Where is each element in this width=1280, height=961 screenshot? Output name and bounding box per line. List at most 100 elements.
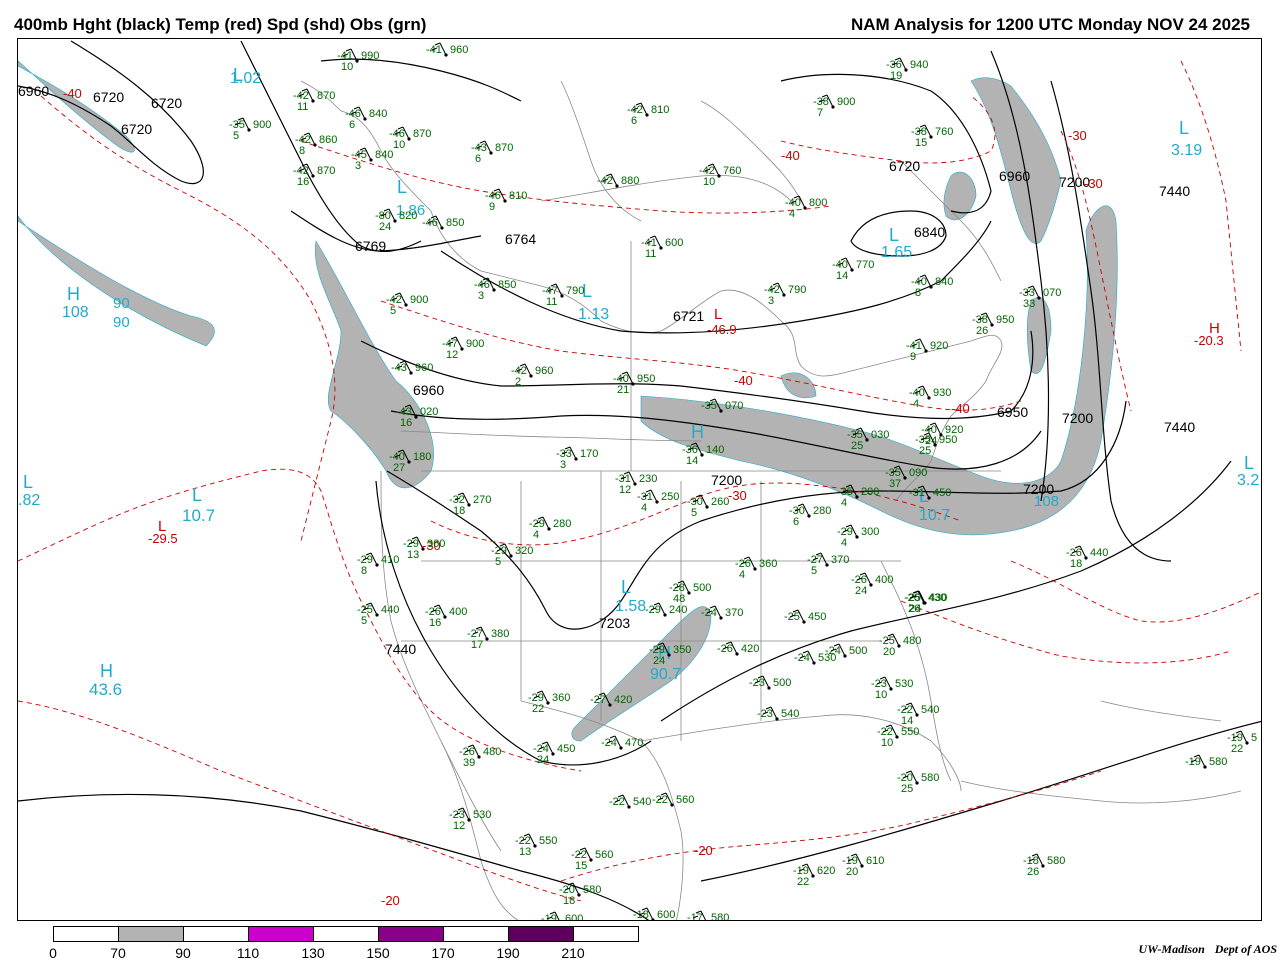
station-obs: -26 44018 bbox=[1066, 545, 1108, 570]
station-obs: -20 58018 bbox=[559, 882, 601, 907]
obs-height: 840 bbox=[375, 149, 393, 161]
station-obs: -47 79011 bbox=[542, 283, 584, 308]
obs-dewpoint: 17 bbox=[471, 639, 483, 651]
obs-height: 900 bbox=[837, 96, 855, 108]
obs-dewpoint: 12 bbox=[453, 820, 465, 832]
obs-height: 240 bbox=[669, 604, 687, 616]
obs-dewpoint: 5 bbox=[691, 507, 697, 519]
legend-swatch bbox=[573, 926, 639, 942]
obs-height: 530 bbox=[473, 809, 491, 821]
svg-text:-20.3: -20.3 bbox=[1194, 333, 1224, 348]
station-obs: -23 53012 bbox=[449, 807, 491, 832]
obs-dewpoint: 14 bbox=[686, 455, 698, 467]
obs-height: 840 bbox=[935, 276, 953, 288]
svg-text:.82: .82 bbox=[18, 492, 40, 509]
obs-temp: -24 bbox=[701, 607, 717, 619]
obs-height: 600 bbox=[665, 237, 683, 249]
station-obs: -41 9209 bbox=[906, 338, 948, 363]
obs-dewpoint: 8 bbox=[299, 145, 305, 157]
obs-height: 950 bbox=[637, 373, 655, 385]
obs-dewpoint: 24 bbox=[379, 221, 391, 233]
obs-height: 400 bbox=[449, 606, 467, 618]
obs-height: 360 bbox=[552, 692, 570, 704]
obs-dewpoint: 5 bbox=[811, 565, 817, 577]
temp-label: -20 bbox=[381, 893, 400, 908]
obs-temp: -31 bbox=[909, 487, 925, 499]
obs-height: 260 bbox=[711, 496, 729, 508]
obs-dewpoint: 3 bbox=[560, 459, 566, 471]
station-obs: -24 470 bbox=[601, 735, 643, 750]
obs-height: 860 bbox=[319, 134, 337, 146]
svg-text:3.19: 3.19 bbox=[1171, 142, 1202, 159]
station-obs: -38 95026 bbox=[972, 312, 1014, 337]
station-obs: -40 77014 bbox=[832, 257, 874, 282]
obs-height: 800 bbox=[809, 197, 827, 209]
svg-text:10.7: 10.7 bbox=[182, 506, 215, 525]
obs-dewpoint: 22 bbox=[532, 703, 544, 715]
map-canvas: 6960 6720 6720 6720 6769 6764 6721 6720 … bbox=[18, 40, 1261, 921]
obs-dewpoint: 25 bbox=[901, 783, 913, 795]
obs-height: 790 bbox=[788, 284, 806, 296]
height-label: 6764 bbox=[505, 231, 536, 247]
obs-height: 070 bbox=[725, 400, 743, 412]
station-obs: -29 3205 bbox=[491, 543, 533, 568]
obs-height: 600 bbox=[565, 913, 583, 921]
obs-height: 280 bbox=[813, 505, 831, 517]
obs-dewpoint: 6 bbox=[793, 516, 799, 528]
center-L: L1.02 bbox=[230, 65, 261, 87]
obs-height: 250 bbox=[661, 491, 679, 503]
obs-height: 760 bbox=[723, 165, 741, 177]
obs-dewpoint: 11 bbox=[645, 248, 656, 260]
obs-temp: -24 bbox=[601, 737, 617, 749]
obs-height: 230 bbox=[639, 473, 657, 485]
station-obs: -40 9304 bbox=[909, 385, 951, 410]
obs-height: 760 bbox=[935, 126, 953, 138]
obs-temp: -27 bbox=[590, 694, 606, 706]
station-obs: -23 500 bbox=[749, 675, 791, 690]
station-obs: -42 9005 bbox=[386, 292, 428, 317]
obs-height: 370 bbox=[725, 607, 743, 619]
station-obs: -40 8408 bbox=[911, 274, 953, 299]
obs-height: 090 bbox=[909, 467, 927, 479]
obs-dewpoint: 24 bbox=[855, 585, 867, 597]
obs-height: 430 bbox=[929, 592, 947, 604]
obs-dewpoint: 6 bbox=[475, 153, 481, 165]
svg-text:H: H bbox=[100, 661, 113, 681]
obs-dewpoint: 10 bbox=[875, 689, 887, 701]
center-L: L3.2 bbox=[1237, 453, 1259, 489]
legend-tick-label: 190 bbox=[496, 945, 520, 961]
obs-dewpoint: 2 bbox=[515, 376, 521, 388]
obs-height: 400 bbox=[875, 574, 893, 586]
obs-dewpoint: 27 bbox=[393, 462, 405, 474]
obs-dewpoint: 5 bbox=[390, 305, 396, 317]
map-panel: 6960 6720 6720 6720 6769 6764 6721 6720 … bbox=[17, 38, 1262, 921]
svg-text:H: H bbox=[691, 422, 704, 442]
obs-height: 450 bbox=[808, 611, 826, 623]
station-obs: -18 58026 bbox=[1023, 853, 1065, 878]
station-obs: -26 420 bbox=[717, 641, 759, 656]
obs-height: 200 bbox=[861, 486, 879, 498]
svg-text:L: L bbox=[889, 225, 899, 245]
obs-height: 500 bbox=[693, 582, 711, 594]
obs-temp: -19 bbox=[541, 913, 557, 921]
obs-dewpoint: 24 bbox=[537, 754, 549, 766]
height-label: 7440 bbox=[385, 641, 416, 657]
obs-dewpoint: 33 bbox=[1023, 298, 1035, 310]
svg-text:3.2: 3.2 bbox=[1237, 472, 1259, 489]
station-obs: -29 3004 bbox=[837, 524, 879, 549]
obs-height: 580 bbox=[583, 884, 601, 896]
height-label: 7440 bbox=[1164, 419, 1195, 435]
center-H: H43.6 bbox=[89, 661, 122, 699]
station-obs: -29 36022 bbox=[528, 690, 570, 715]
obs-height: 960 bbox=[450, 44, 468, 56]
legend-tick-label: 110 bbox=[236, 945, 260, 961]
obs-dewpoint: 20 bbox=[846, 866, 858, 878]
obs-dewpoint: 9 bbox=[910, 351, 916, 363]
svg-text:H: H bbox=[67, 284, 80, 304]
obs-dewpoint: 26 bbox=[1027, 866, 1039, 878]
obs-height: 370 bbox=[831, 554, 849, 566]
obs-dewpoint: 16 bbox=[400, 417, 412, 429]
obs-height: 500 bbox=[849, 645, 867, 657]
obs-height: 500 bbox=[773, 677, 791, 689]
obs-dewpoint: 4 bbox=[841, 537, 847, 549]
